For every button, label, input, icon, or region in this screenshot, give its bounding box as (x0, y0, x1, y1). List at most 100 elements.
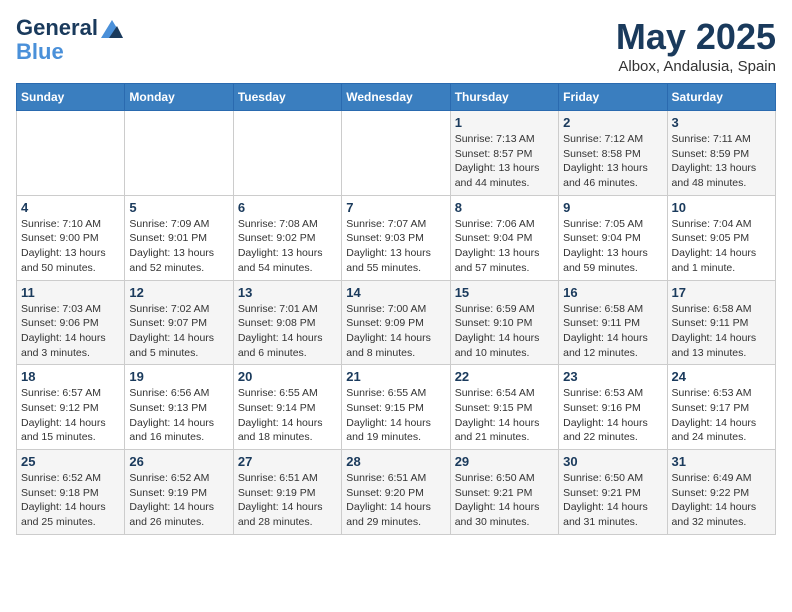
day-info: Sunrise: 7:09 AM Sunset: 9:01 PM Dayligh… (129, 217, 228, 276)
day-number: 8 (455, 200, 554, 215)
day-info: Sunrise: 6:53 AM Sunset: 9:16 PM Dayligh… (563, 386, 662, 445)
day-number: 19 (129, 369, 228, 384)
day-number: 6 (238, 200, 337, 215)
day-info: Sunrise: 7:05 AM Sunset: 9:04 PM Dayligh… (563, 217, 662, 276)
day-info: Sunrise: 6:59 AM Sunset: 9:10 PM Dayligh… (455, 302, 554, 361)
day-number: 1 (455, 115, 554, 130)
day-info: Sunrise: 7:01 AM Sunset: 9:08 PM Dayligh… (238, 302, 337, 361)
logo: General Blue (16, 16, 123, 64)
day-number: 26 (129, 454, 228, 469)
day-number: 13 (238, 285, 337, 300)
day-number: 28 (346, 454, 445, 469)
day-info: Sunrise: 7:02 AM Sunset: 9:07 PM Dayligh… (129, 302, 228, 361)
calendar-cell: 28 Sunrise: 6:51 AM Sunset: 9:20 PM Dayli… (342, 450, 450, 535)
day-number: 15 (455, 285, 554, 300)
day-info: Sunrise: 6:52 AM Sunset: 9:18 PM Dayligh… (21, 471, 120, 530)
calendar-cell: 20 Sunrise: 6:55 AM Sunset: 9:14 PM Dayli… (233, 365, 341, 450)
calendar-cell: 2Sunrise: 7:12 AM Sunset: 8:58 PM Daylig… (559, 111, 667, 196)
day-number: 21 (346, 369, 445, 384)
calendar-cell: 8 Sunrise: 7:06 AM Sunset: 9:04 PM Daylig… (450, 195, 558, 280)
day-number: 24 (672, 369, 771, 384)
day-info: Sunrise: 6:58 AM Sunset: 9:11 PM Dayligh… (672, 302, 771, 361)
day-number: 30 (563, 454, 662, 469)
calendar-cell: 10 Sunrise: 7:04 AM Sunset: 9:05 PM Dayli… (667, 195, 775, 280)
day-number: 16 (563, 285, 662, 300)
day-info: Sunrise: 6:50 AM Sunset: 9:21 PM Dayligh… (455, 471, 554, 530)
calendar-cell: 11 Sunrise: 7:03 AM Sunset: 9:06 PM Dayli… (17, 280, 125, 365)
day-number: 27 (238, 454, 337, 469)
calendar-cell: 27 Sunrise: 6:51 AM Sunset: 9:19 PM Dayli… (233, 450, 341, 535)
logo-text: General Blue (16, 16, 123, 64)
day-number: 10 (672, 200, 771, 215)
month-title: May 2025 (616, 16, 776, 58)
calendar-cell: 31 Sunrise: 6:49 AM Sunset: 9:22 PM Dayli… (667, 450, 775, 535)
weekday-header: Wednesday (342, 84, 450, 111)
day-number: 17 (672, 285, 771, 300)
day-info: Sunrise: 7:07 AM Sunset: 9:03 PM Dayligh… (346, 217, 445, 276)
calendar-cell: 1 Sunrise: 7:13 AM Sunset: 8:57 PM Daylig… (450, 111, 558, 196)
calendar-cell: 13 Sunrise: 7:01 AM Sunset: 9:08 PM Dayli… (233, 280, 341, 365)
weekday-header: Saturday (667, 84, 775, 111)
weekday-header: Tuesday (233, 84, 341, 111)
calendar-cell: 17 Sunrise: 6:58 AM Sunset: 9:11 PM Dayli… (667, 280, 775, 365)
day-info: Sunrise: 6:53 AM Sunset: 9:17 PM Dayligh… (672, 386, 771, 445)
calendar-cell: 29 Sunrise: 6:50 AM Sunset: 9:21 PM Dayli… (450, 450, 558, 535)
day-number: 11 (21, 285, 120, 300)
day-info: Sunrise: 6:51 AM Sunset: 9:19 PM Dayligh… (238, 471, 337, 530)
calendar-cell (125, 111, 233, 196)
day-info: Sunrise: 7:06 AM Sunset: 9:04 PM Dayligh… (455, 217, 554, 276)
day-number: 4 (21, 200, 120, 215)
day-number: 18 (21, 369, 120, 384)
calendar-cell: 19 Sunrise: 6:56 AM Sunset: 9:13 PM Dayli… (125, 365, 233, 450)
title-area: May 2025 Albox, Andalusia, Spain (616, 16, 776, 75)
page-header: General Blue May 2025 Albox, Andalusia, … (16, 16, 776, 75)
calendar-cell: 3 Sunrise: 7:11 AM Sunset: 8:59 PM Daylig… (667, 111, 775, 196)
calendar-cell: 6 Sunrise: 7:08 AM Sunset: 9:02 PM Daylig… (233, 195, 341, 280)
day-info: Sunrise: 6:54 AM Sunset: 9:15 PM Dayligh… (455, 386, 554, 445)
day-number: 5 (129, 200, 228, 215)
calendar-cell: 4Sunrise: 7:10 AM Sunset: 9:00 PM Daylig… (17, 195, 125, 280)
day-info: Sunrise: 7:13 AM Sunset: 8:57 PM Dayligh… (455, 132, 554, 191)
calendar-cell: 23Sunrise: 6:53 AM Sunset: 9:16 PM Dayli… (559, 365, 667, 450)
day-number: 9 (563, 200, 662, 215)
calendar-cell: 24 Sunrise: 6:53 AM Sunset: 9:17 PM Dayli… (667, 365, 775, 450)
day-number: 12 (129, 285, 228, 300)
day-info: Sunrise: 6:50 AM Sunset: 9:21 PM Dayligh… (563, 471, 662, 530)
calendar-cell (233, 111, 341, 196)
calendar-cell: 16 Sunrise: 6:58 AM Sunset: 9:11 PM Dayli… (559, 280, 667, 365)
calendar-cell: 5 Sunrise: 7:09 AM Sunset: 9:01 PM Daylig… (125, 195, 233, 280)
calendar-cell: 7Sunrise: 7:07 AM Sunset: 9:03 PM Daylig… (342, 195, 450, 280)
day-info: Sunrise: 7:04 AM Sunset: 9:05 PM Dayligh… (672, 217, 771, 276)
weekday-header: Friday (559, 84, 667, 111)
day-number: 31 (672, 454, 771, 469)
day-number: 22 (455, 369, 554, 384)
day-info: Sunrise: 6:49 AM Sunset: 9:22 PM Dayligh… (672, 471, 771, 530)
weekday-header: Thursday (450, 84, 558, 111)
day-number: 20 (238, 369, 337, 384)
day-info: Sunrise: 6:58 AM Sunset: 9:11 PM Dayligh… (563, 302, 662, 361)
logo-blue: Blue (16, 39, 64, 64)
day-number: 29 (455, 454, 554, 469)
calendar-cell: 22 Sunrise: 6:54 AM Sunset: 9:15 PM Dayli… (450, 365, 558, 450)
day-info: Sunrise: 6:52 AM Sunset: 9:19 PM Dayligh… (129, 471, 228, 530)
day-info: Sunrise: 7:08 AM Sunset: 9:02 PM Dayligh… (238, 217, 337, 276)
day-number: 25 (21, 454, 120, 469)
weekday-header: Sunday (17, 84, 125, 111)
day-info: Sunrise: 6:51 AM Sunset: 9:20 PM Dayligh… (346, 471, 445, 530)
calendar-table: SundayMondayTuesdayWednesdayThursdayFrid… (16, 83, 776, 535)
calendar-cell: 9 Sunrise: 7:05 AM Sunset: 9:04 PM Daylig… (559, 195, 667, 280)
day-number: 14 (346, 285, 445, 300)
calendar-cell: 12 Sunrise: 7:02 AM Sunset: 9:07 PM Dayli… (125, 280, 233, 365)
day-info: Sunrise: 6:56 AM Sunset: 9:13 PM Dayligh… (129, 386, 228, 445)
calendar-cell: 15 Sunrise: 6:59 AM Sunset: 9:10 PM Dayli… (450, 280, 558, 365)
day-info: Sunrise: 6:55 AM Sunset: 9:15 PM Dayligh… (346, 386, 445, 445)
calendar-cell (342, 111, 450, 196)
day-number: 3 (672, 115, 771, 130)
calendar-cell: 30 Sunrise: 6:50 AM Sunset: 9:21 PM Dayli… (559, 450, 667, 535)
day-info: Sunrise: 7:11 AM Sunset: 8:59 PM Dayligh… (672, 132, 771, 191)
location-subtitle: Albox, Andalusia, Spain (616, 58, 776, 75)
calendar-cell: 25 Sunrise: 6:52 AM Sunset: 9:18 PM Dayli… (17, 450, 125, 535)
weekday-header: Monday (125, 84, 233, 111)
day-info: Sunrise: 6:55 AM Sunset: 9:14 PM Dayligh… (238, 386, 337, 445)
day-info: Sunrise: 7:03 AM Sunset: 9:06 PM Dayligh… (21, 302, 120, 361)
